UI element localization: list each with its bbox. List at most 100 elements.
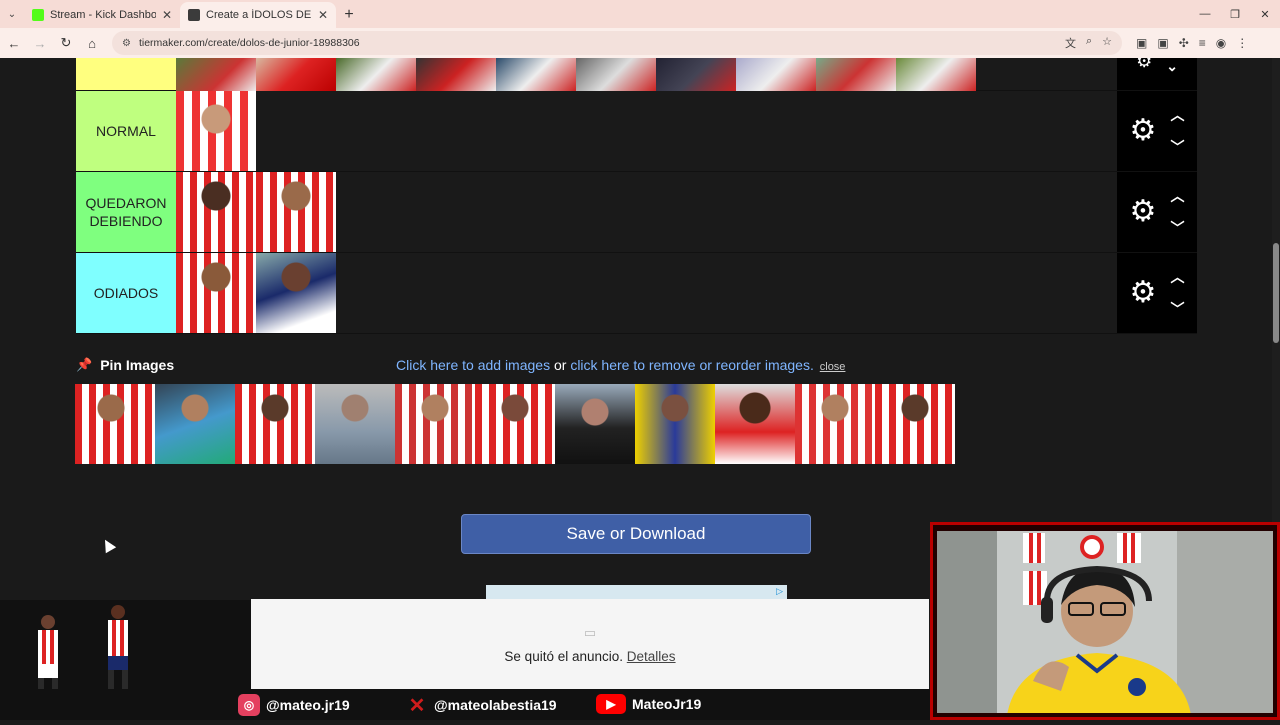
restore-icon[interactable]: ❐ xyxy=(1220,0,1250,28)
player-image[interactable] xyxy=(235,384,315,464)
player-image[interactable] xyxy=(315,384,395,464)
webcam-feed xyxy=(937,531,1273,713)
settings-gear-icon[interactable]: ⚙ xyxy=(1130,197,1157,227)
tier-items[interactable] xyxy=(176,253,1117,333)
x-icon: ✕ xyxy=(408,694,426,717)
move-down-chevron-icon[interactable]: ﹀ xyxy=(1170,218,1184,238)
move-up-chevron-icon[interactable]: ︿ xyxy=(1170,186,1184,206)
player-image[interactable] xyxy=(715,384,795,464)
browser-menu-icon[interactable]: ⋮ xyxy=(1236,36,1248,50)
tab-search-chevron-icon[interactable]: ⌄ xyxy=(0,0,24,28)
save-or-download-button[interactable]: Save or Download xyxy=(461,514,811,554)
bookmark-star-icon[interactable]: ☆ xyxy=(1102,35,1112,51)
social-handle: @mateolabestia19 xyxy=(434,697,557,713)
ad-banner[interactable]: ▷ xyxy=(486,585,787,599)
move-down-chevron-icon[interactable]: ⌄ xyxy=(1166,58,1178,75)
player-image[interactable] xyxy=(75,384,155,464)
image-links: Click here to add images or click here t… xyxy=(396,357,845,373)
new-tab-plus-icon[interactable]: + xyxy=(336,2,362,28)
player-image[interactable] xyxy=(795,384,875,464)
tab-close-icon[interactable]: ✕ xyxy=(162,8,172,22)
move-down-chevron-icon[interactable]: ﹀ xyxy=(1170,137,1184,157)
tier-items[interactable] xyxy=(176,172,1117,252)
tier-row: ⚙ ⌄ xyxy=(76,58,1197,91)
browser-toolbar: ← → ↻ ⌂ ⚙ tiermaker.com/create/dolos-de-… xyxy=(0,28,1280,58)
ad-details-link[interactable]: Detalles xyxy=(627,649,676,664)
settings-gear-icon[interactable]: ⚙ xyxy=(1130,116,1157,146)
media-control-icon[interactable]: ≡ xyxy=(1199,36,1206,50)
player-image[interactable] xyxy=(176,253,256,333)
remove-reorder-images-link[interactable]: click here to remove or reorder images. xyxy=(570,357,814,373)
settings-gear-icon[interactable]: ⚙ xyxy=(1136,58,1152,70)
pin-images-toggle[interactable]: 📌 Pin Images xyxy=(76,357,396,373)
tier-label[interactable]: ODIADOS xyxy=(76,253,176,333)
player-image[interactable] xyxy=(875,384,955,464)
player-image[interactable] xyxy=(416,58,496,91)
tier-label[interactable] xyxy=(76,58,176,90)
tier-row-odiados: ODIADOS ⚙ ︿ ﹀ xyxy=(76,253,1197,334)
browser-tab-strip: ⌄ Stream - Kick Dashboard ✕ Create a ÍDO… xyxy=(0,0,1280,28)
unranked-image-pool[interactable] xyxy=(75,384,955,464)
tier-items[interactable] xyxy=(176,91,1117,171)
zoom-icon[interactable]: ⌕ xyxy=(1086,35,1092,51)
minimize-icon[interactable]: — xyxy=(1190,0,1220,28)
social-handle: @mateo.jr19 xyxy=(266,697,350,713)
player-image[interactable] xyxy=(896,58,976,91)
settings-gear-icon[interactable]: ⚙ xyxy=(1130,278,1157,308)
tier-controls: ⚙ ⌄ xyxy=(1117,58,1197,90)
player-image[interactable] xyxy=(816,58,896,91)
player-image[interactable] xyxy=(176,58,256,91)
scrollbar-thumb[interactable] xyxy=(1273,243,1279,343)
add-images-link[interactable]: Click here to add images xyxy=(396,357,550,373)
player-image[interactable] xyxy=(256,172,336,252)
extension-icon[interactable]: ▣ xyxy=(1136,36,1147,50)
player-image[interactable] xyxy=(635,384,715,464)
player-image[interactable] xyxy=(395,384,475,464)
reload-icon[interactable]: ↻ xyxy=(54,31,78,55)
tab-close-icon[interactable]: ✕ xyxy=(318,8,328,22)
streamer-webcam-image xyxy=(937,531,1273,713)
player-image[interactable] xyxy=(176,172,256,252)
player-image[interactable] xyxy=(155,384,235,464)
social-x: ✕ @mateolabestia19 xyxy=(406,694,557,717)
close-link[interactable]: close xyxy=(820,361,846,373)
tier-controls: ⚙ ︿ ﹀ xyxy=(1117,253,1197,333)
tier-list: ⚙ ⌄ NORMAL ⚙ ︿ ﹀ QUEDARON DEBIENDO ⚙ ︿ ﹀… xyxy=(76,58,1197,334)
ad-removed-notice: ▭ Se quitó el anuncio. Detalles xyxy=(251,599,929,689)
player-image[interactable] xyxy=(576,58,656,91)
player-image[interactable] xyxy=(256,58,336,91)
social-handles-bar: ◎ @mateo.jr19 ✕ @mateolabestia19 ▶ Mateo… xyxy=(0,689,930,720)
tier-items[interactable] xyxy=(176,58,1117,91)
translate-icon[interactable]: 文 xyxy=(1065,35,1076,51)
player-image[interactable] xyxy=(656,58,736,91)
address-bar[interactable]: ⚙ tiermaker.com/create/dolos-de-junior-1… xyxy=(112,31,1122,55)
tiermaker-favicon-icon xyxy=(188,9,200,21)
site-info-icon[interactable]: ⚙ xyxy=(122,38,131,49)
adchoices-icon[interactable]: ▷ xyxy=(776,586,783,597)
player-image[interactable] xyxy=(555,384,635,464)
back-arrow-icon[interactable]: ← xyxy=(2,31,26,55)
window-close-icon[interactable]: ✕ xyxy=(1250,0,1280,28)
move-down-chevron-icon[interactable]: ﹀ xyxy=(1170,299,1184,319)
extension-icon[interactable]: ▣ xyxy=(1157,36,1168,50)
tab-kick-dashboard[interactable]: Stream - Kick Dashboard ✕ xyxy=(24,2,180,28)
move-up-chevron-icon[interactable]: ︿ xyxy=(1170,267,1184,287)
forward-arrow-icon[interactable]: → xyxy=(28,31,52,55)
profile-avatar-icon[interactable]: ◉ xyxy=(1216,36,1226,50)
player-image[interactable] xyxy=(496,58,576,91)
webcam-overlay xyxy=(930,522,1280,720)
player-image[interactable] xyxy=(176,91,256,171)
pin-images-label: Pin Images xyxy=(100,357,175,373)
player-image[interactable] xyxy=(336,58,416,91)
player-image[interactable] xyxy=(475,384,555,464)
tab-tiermaker[interactable]: Create a ÍDOLOS DE JUNIOR Ti ✕ xyxy=(180,2,336,28)
tier-label[interactable]: QUEDARON DEBIENDO xyxy=(76,172,176,252)
tier-label[interactable]: NORMAL xyxy=(76,91,176,171)
move-up-chevron-icon[interactable]: ︿ xyxy=(1170,105,1184,125)
player-image[interactable] xyxy=(256,253,336,333)
player-image[interactable] xyxy=(736,58,816,91)
home-icon[interactable]: ⌂ xyxy=(80,31,104,55)
extensions-puzzle-icon[interactable]: ✣ xyxy=(1179,36,1189,50)
social-handle: MateoJr19 xyxy=(632,696,702,712)
kick-favicon-icon xyxy=(32,9,44,21)
